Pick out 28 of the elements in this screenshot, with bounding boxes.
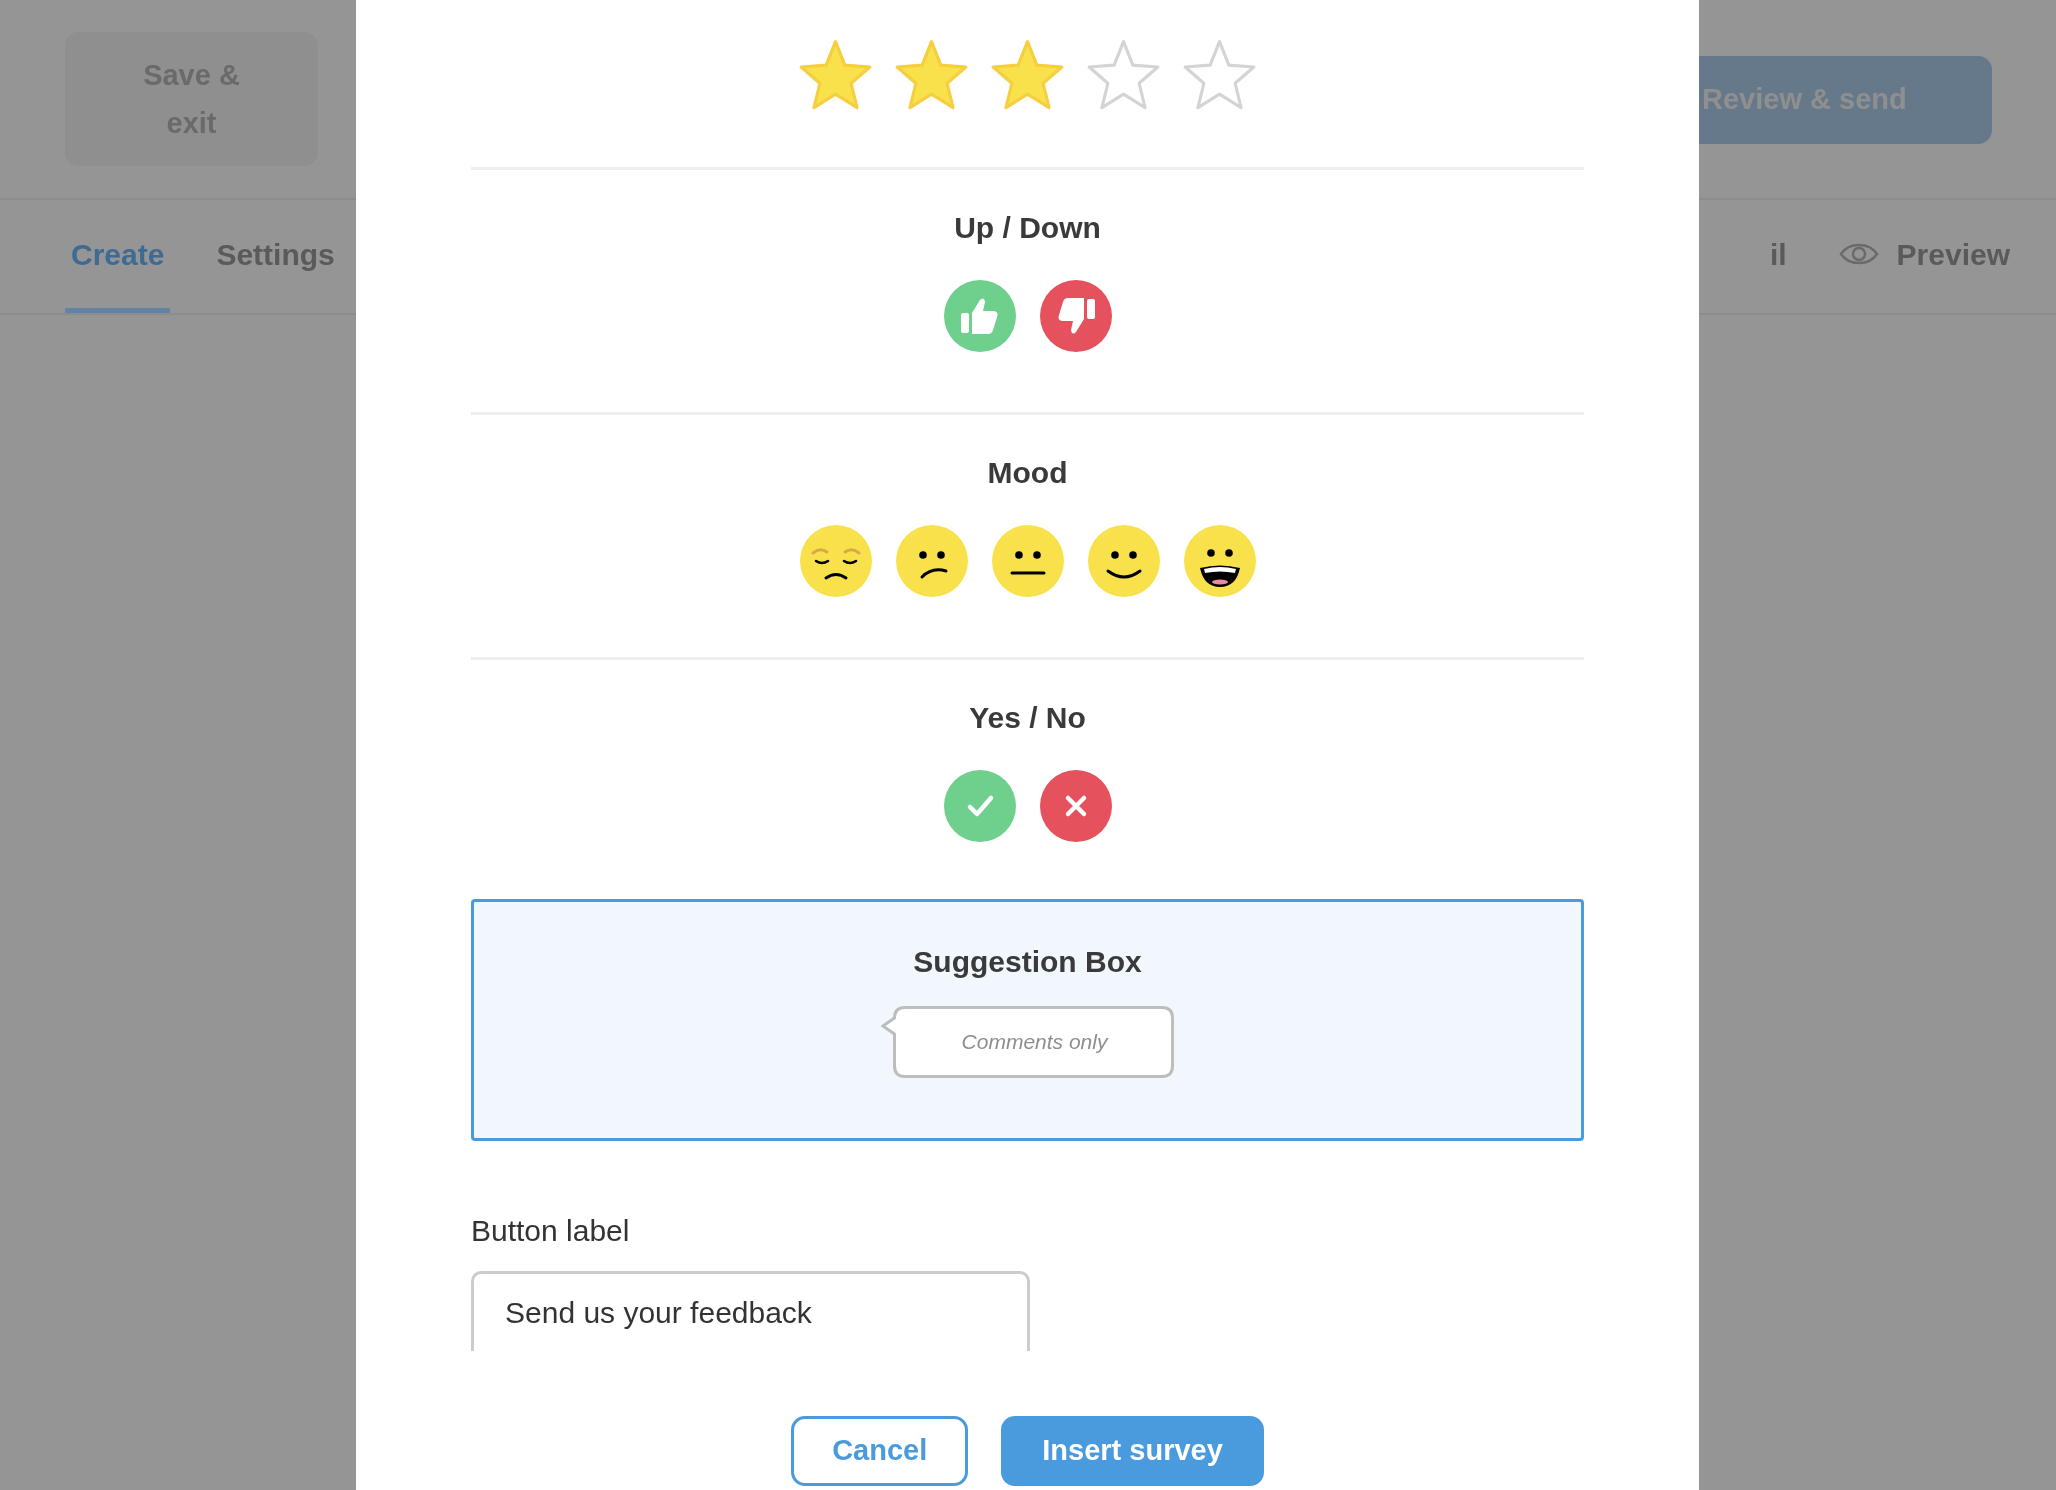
star-icon (1182, 37, 1257, 112)
tab[interactable]: Create (65, 200, 171, 313)
button-label-input[interactable]: Send us your feedback (471, 1271, 1030, 1351)
thumbs-down-icon (1039, 280, 1112, 352)
insert-survey-button[interactable]: Insert survey (1001, 1416, 1264, 1486)
star-icon (798, 37, 873, 112)
frowning-face-icon (895, 525, 968, 597)
tab[interactable]: Preview (1832, 200, 2016, 313)
smiling-face-icon (1087, 525, 1160, 597)
tab[interactable]: Settings (210, 200, 341, 313)
section-title: Up / Down (954, 210, 1101, 246)
thumbs-up-icon (943, 280, 1016, 352)
checkmark-icon (943, 770, 1016, 842)
comment-bubble: Comments only (881, 1006, 1174, 1078)
star-icon (894, 37, 969, 112)
tab[interactable]: il (1763, 200, 1793, 313)
star-icon (1086, 37, 1161, 112)
cancel-button[interactable]: Cancel (791, 1416, 969, 1486)
eye-icon (1838, 241, 1879, 267)
section-title: Mood (987, 455, 1068, 491)
grinning-face-icon (1183, 525, 1256, 597)
section-title: Yes / No (969, 700, 1086, 736)
neutral-face-icon (991, 525, 1064, 597)
star-icon (990, 37, 1065, 112)
section-title: Suggestion Box (913, 944, 1142, 980)
sad-face-icon (799, 525, 872, 597)
field-label: Button label (471, 1213, 631, 1249)
close-icon (1039, 770, 1112, 842)
